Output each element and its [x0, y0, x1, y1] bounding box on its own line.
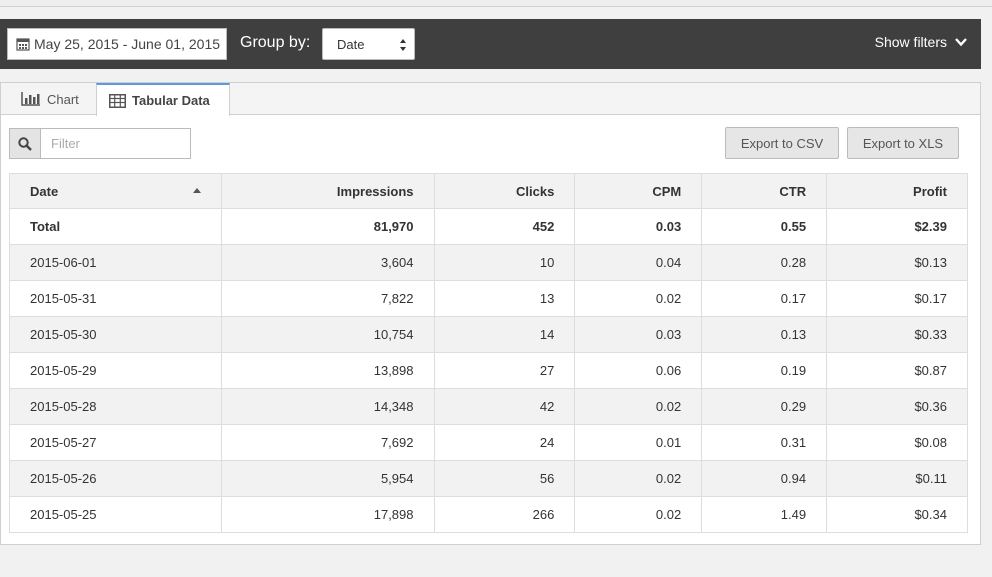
cell-ctr: 0.13 [701, 316, 828, 353]
table-header-row: Date Impressions Clicks CPM CTR Profit [9, 173, 968, 209]
calendar-icon [16, 38, 30, 51]
cell-date: 2015-06-01 [9, 244, 222, 281]
cell-cpm: 0.02 [574, 460, 703, 497]
export-csv-button[interactable]: Export to CSV [725, 127, 839, 159]
cell-date: 2015-05-25 [9, 496, 222, 533]
table-row: 2015-05-25 17,898 266 0.02 1.49 $0.34 [9, 496, 968, 533]
total-clicks: 452 [433, 208, 576, 245]
cell-ctr: 0.94 [701, 460, 828, 497]
cell-clicks: 13 [433, 280, 576, 317]
cell-ctr: 0.17 [701, 280, 828, 317]
data-table: Date Impressions Clicks CPM CTR Profit T… [9, 173, 968, 533]
cell-profit: $0.11 [826, 460, 968, 497]
sort-ascending-icon [192, 187, 201, 193]
cell-ctr: 0.19 [701, 352, 828, 389]
column-header-ctr[interactable]: CTR [701, 173, 828, 209]
tab-tabular-data[interactable]: Tabular Data [96, 83, 230, 116]
cell-cpm: 0.02 [574, 280, 703, 317]
cell-impressions: 5,954 [220, 460, 435, 497]
table-row: 2015-06-01 3,604 10 0.04 0.28 $0.13 [9, 244, 968, 281]
chevron-down-icon [955, 38, 967, 47]
cell-cpm: 0.02 [574, 496, 703, 533]
cell-impressions: 14,348 [220, 388, 435, 425]
search-icon [18, 136, 32, 151]
cell-impressions: 13,898 [220, 352, 435, 389]
cell-clicks: 56 [433, 460, 576, 497]
cell-impressions: 10,754 [220, 316, 435, 353]
total-impressions: 81,970 [220, 208, 435, 245]
table-row: 2015-05-30 10,754 14 0.03 0.13 $0.33 [9, 316, 968, 353]
filter-search-button[interactable] [9, 128, 41, 159]
table-row: 2015-05-31 7,822 13 0.02 0.17 $0.17 [9, 280, 968, 317]
export-xls-button[interactable]: Export to XLS [847, 127, 959, 159]
cell-impressions: 7,822 [220, 280, 435, 317]
cell-clicks: 27 [433, 352, 576, 389]
table-row: 2015-05-29 13,898 27 0.06 0.19 $0.87 [9, 352, 968, 389]
filter-group [9, 128, 191, 159]
cell-clicks: 24 [433, 424, 576, 461]
cell-ctr: 1.49 [701, 496, 828, 533]
cell-clicks: 10 [433, 244, 576, 281]
cell-profit: $0.17 [826, 280, 968, 317]
column-header-impressions[interactable]: Impressions [220, 173, 435, 209]
date-range-text: May 25, 2015 - June 01, 2015 [34, 36, 221, 52]
cell-impressions: 7,692 [220, 424, 435, 461]
cell-date: 2015-05-30 [9, 316, 222, 353]
cell-clicks: 14 [433, 316, 576, 353]
cell-ctr: 0.28 [701, 244, 828, 281]
table-row: 2015-05-26 5,954 56 0.02 0.94 $0.11 [9, 460, 968, 497]
cell-profit: $0.08 [826, 424, 968, 461]
cell-clicks: 42 [433, 388, 576, 425]
column-header-date[interactable]: Date [9, 173, 222, 209]
column-header-cpm[interactable]: CPM [574, 173, 703, 209]
top-strip [0, 0, 992, 7]
show-filters-toggle[interactable]: Show filters [875, 34, 967, 50]
date-range-picker[interactable]: May 25, 2015 - June 01, 2015 [7, 28, 227, 60]
cell-profit: $0.36 [826, 388, 968, 425]
cell-cpm: 0.04 [574, 244, 703, 281]
select-arrows-icon [400, 39, 406, 51]
cell-cpm: 0.02 [574, 388, 703, 425]
tab-chart-label: Chart [47, 91, 79, 107]
cell-cpm: 0.01 [574, 424, 703, 461]
report-toolbar: May 25, 2015 - June 01, 2015 Group by: D… [0, 19, 981, 69]
cell-impressions: 17,898 [220, 496, 435, 533]
cell-ctr: 0.31 [701, 424, 828, 461]
total-ctr: 0.55 [701, 208, 828, 245]
cell-date: 2015-05-27 [9, 424, 222, 461]
group-by-label: Group by: [240, 34, 311, 51]
total-label: Total [9, 208, 222, 245]
cell-cpm: 0.03 [574, 316, 703, 353]
cell-date: 2015-05-28 [9, 388, 222, 425]
cell-clicks: 266 [433, 496, 576, 533]
cell-profit: $0.33 [826, 316, 968, 353]
cell-profit: $0.87 [826, 352, 968, 389]
table-icon [109, 93, 126, 108]
bar-chart-icon [21, 92, 40, 106]
cell-date: 2015-05-29 [9, 352, 222, 389]
filter-input[interactable] [41, 128, 191, 159]
cell-date: 2015-05-31 [9, 280, 222, 317]
cell-impressions: 3,604 [220, 244, 435, 281]
cell-ctr: 0.29 [701, 388, 828, 425]
table-row: 2015-05-28 14,348 42 0.02 0.29 $0.36 [9, 388, 968, 425]
total-profit: $2.39 [826, 208, 968, 245]
cell-cpm: 0.06 [574, 352, 703, 389]
table-row: 2015-05-27 7,692 24 0.01 0.31 $0.08 [9, 424, 968, 461]
column-header-date-label: Date [30, 183, 59, 199]
column-header-clicks[interactable]: Clicks [433, 173, 576, 209]
tab-chart[interactable]: Chart [21, 83, 79, 115]
total-row: Total 81,970 452 0.03 0.55 $2.39 [9, 208, 968, 245]
cell-date: 2015-05-26 [9, 460, 222, 497]
column-header-profit[interactable]: Profit [826, 173, 968, 209]
tabs-bar: Chart Tabular Data [1, 83, 980, 116]
cell-profit: $0.34 [826, 496, 968, 533]
report-panel: Chart Tabular Data Export to CSV Export … [0, 82, 981, 545]
tab-tabular-data-label: Tabular Data [132, 93, 210, 108]
total-cpm: 0.03 [574, 208, 703, 245]
cell-profit: $0.13 [826, 244, 968, 281]
show-filters-label: Show filters [874, 34, 947, 50]
group-by-value: Date [337, 36, 365, 52]
group-by-select[interactable]: Date [322, 28, 415, 60]
